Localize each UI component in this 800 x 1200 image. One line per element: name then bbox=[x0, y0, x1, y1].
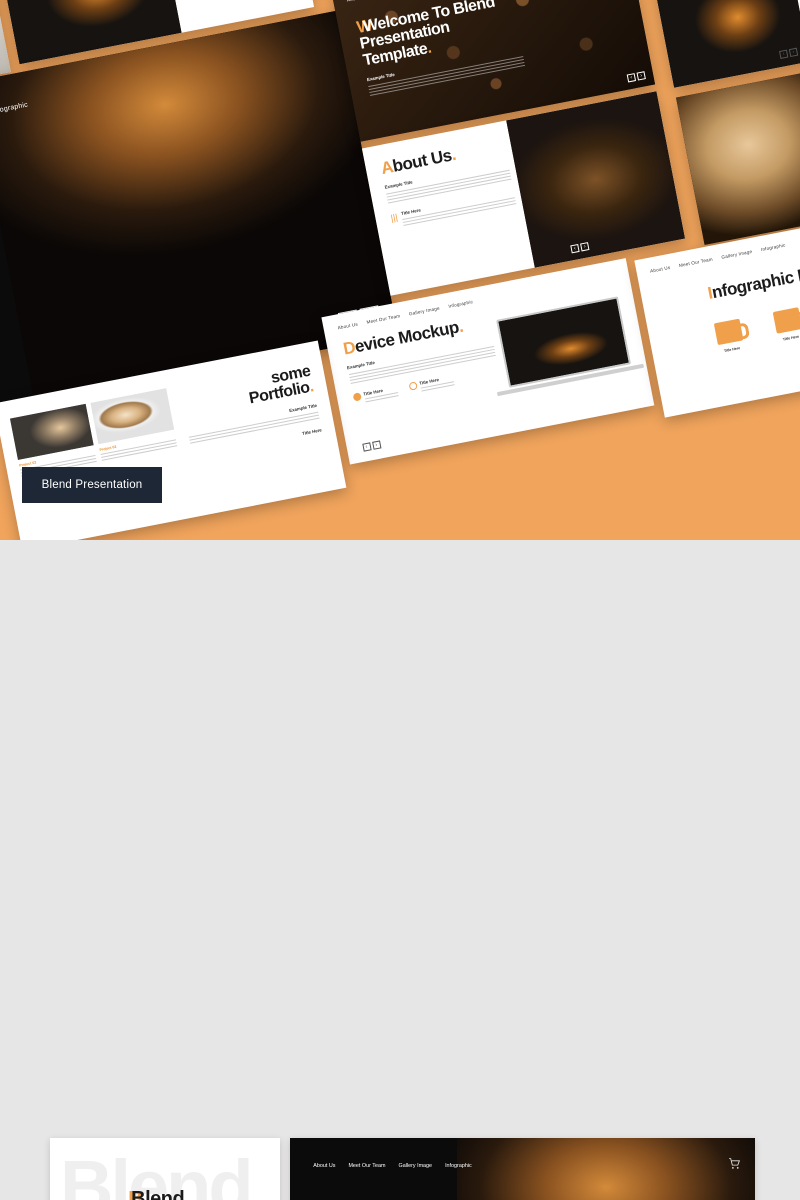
laptop-mockup bbox=[495, 296, 631, 388]
infographic-label-2: Title Here bbox=[782, 334, 800, 342]
slide-topnav[interactable]: About Us Meet Our Team Gallery Image Inf… bbox=[650, 243, 786, 274]
nav-item-infographic[interactable]: Infographic bbox=[761, 243, 786, 253]
nav-item-about-us[interactable]: About Us bbox=[337, 321, 358, 330]
slide-topnav[interactable]: About Us Meet Our Team Gallery Image Inf… bbox=[313, 1163, 471, 1169]
nav-item-about-us[interactable]: About Us bbox=[313, 1163, 335, 1169]
nav-item-gallery-image[interactable]: Gallery Image bbox=[399, 1163, 433, 1169]
next-arrow-icon[interactable]: › bbox=[788, 47, 799, 58]
cart-icon[interactable] bbox=[728, 1157, 741, 1170]
nav-item-meet-our-team[interactable]: Meet Our Team bbox=[679, 257, 714, 268]
instagram-icon bbox=[408, 381, 418, 392]
nav-item-gallery-image[interactable]: Gallery Image bbox=[721, 249, 753, 260]
badge-label: Blend Presentation bbox=[41, 479, 143, 491]
slide-gallery: Blend. BBlend. Slide Presentation ‹ › WW… bbox=[0, 540, 800, 1200]
cover-light-brand: Blend bbox=[131, 1187, 185, 1200]
hero-slide-introduction[interactable]: In ‹ › bbox=[645, 0, 800, 88]
infographic-item-2: Title Here bbox=[772, 306, 800, 342]
prev-arrow-icon[interactable]: ‹ bbox=[570, 243, 580, 254]
nav-item-infographic[interactable]: Infographic bbox=[445, 1163, 472, 1169]
prev-arrow-icon[interactable]: ‹ bbox=[779, 49, 789, 59]
instagram-mug-icon bbox=[713, 318, 744, 345]
hero-collage: ‹ About Visions. Example Title Title Her… bbox=[0, 0, 800, 540]
gallery-card-cover-light[interactable]: Blend. BBlend. Slide Presentation ‹ › bbox=[50, 1138, 280, 1200]
coffee-dripper-photo bbox=[457, 1138, 755, 1200]
infographic-title-rest: nfographic Ele bbox=[710, 262, 800, 303]
aboutus-title-rest: bout Us bbox=[390, 145, 454, 176]
prev-arrow-icon[interactable]: ‹ bbox=[626, 73, 637, 83]
infographic-label-1: Title Here bbox=[723, 345, 741, 353]
nav-item-gallery-image[interactable]: Gallery Image bbox=[408, 305, 440, 316]
cream-coffee-photo bbox=[675, 68, 800, 245]
infographic-item-1: Title Here bbox=[713, 318, 745, 353]
nav-item-meet-our-team[interactable]: Meet Our Team bbox=[348, 1163, 385, 1169]
next-arrow-icon[interactable]: › bbox=[371, 440, 381, 450]
blend-presentation-badge: Blend Presentation bbox=[22, 467, 162, 503]
next-arrow-icon[interactable]: › bbox=[580, 242, 590, 252]
prev-arrow-icon[interactable]: ‹ bbox=[361, 442, 372, 452]
beans-plate-photo bbox=[506, 91, 686, 268]
cover-light-dot: . bbox=[184, 1187, 190, 1200]
gallery-card-cover-dark[interactable]: About Us Meet Our Team Gallery Image Inf… bbox=[290, 1138, 755, 1200]
next-arrow-icon[interactable]: › bbox=[636, 71, 646, 81]
nav-item-about-us[interactable]: About Us bbox=[650, 265, 671, 274]
machine-photo bbox=[645, 0, 800, 88]
nav-item-meet-our-team[interactable]: Meet Our Team bbox=[366, 313, 401, 324]
location-icon bbox=[352, 392, 362, 403]
hero-rotated-stage: ‹ About Visions. Example Title Title Her… bbox=[0, 0, 800, 540]
whatsapp-mug-icon bbox=[772, 306, 800, 334]
slide-arrows[interactable]: ‹ › bbox=[361, 440, 381, 452]
nav-item-infographic[interactable]: Infographic bbox=[448, 299, 473, 309]
bars-icon: ||| bbox=[389, 212, 399, 224]
